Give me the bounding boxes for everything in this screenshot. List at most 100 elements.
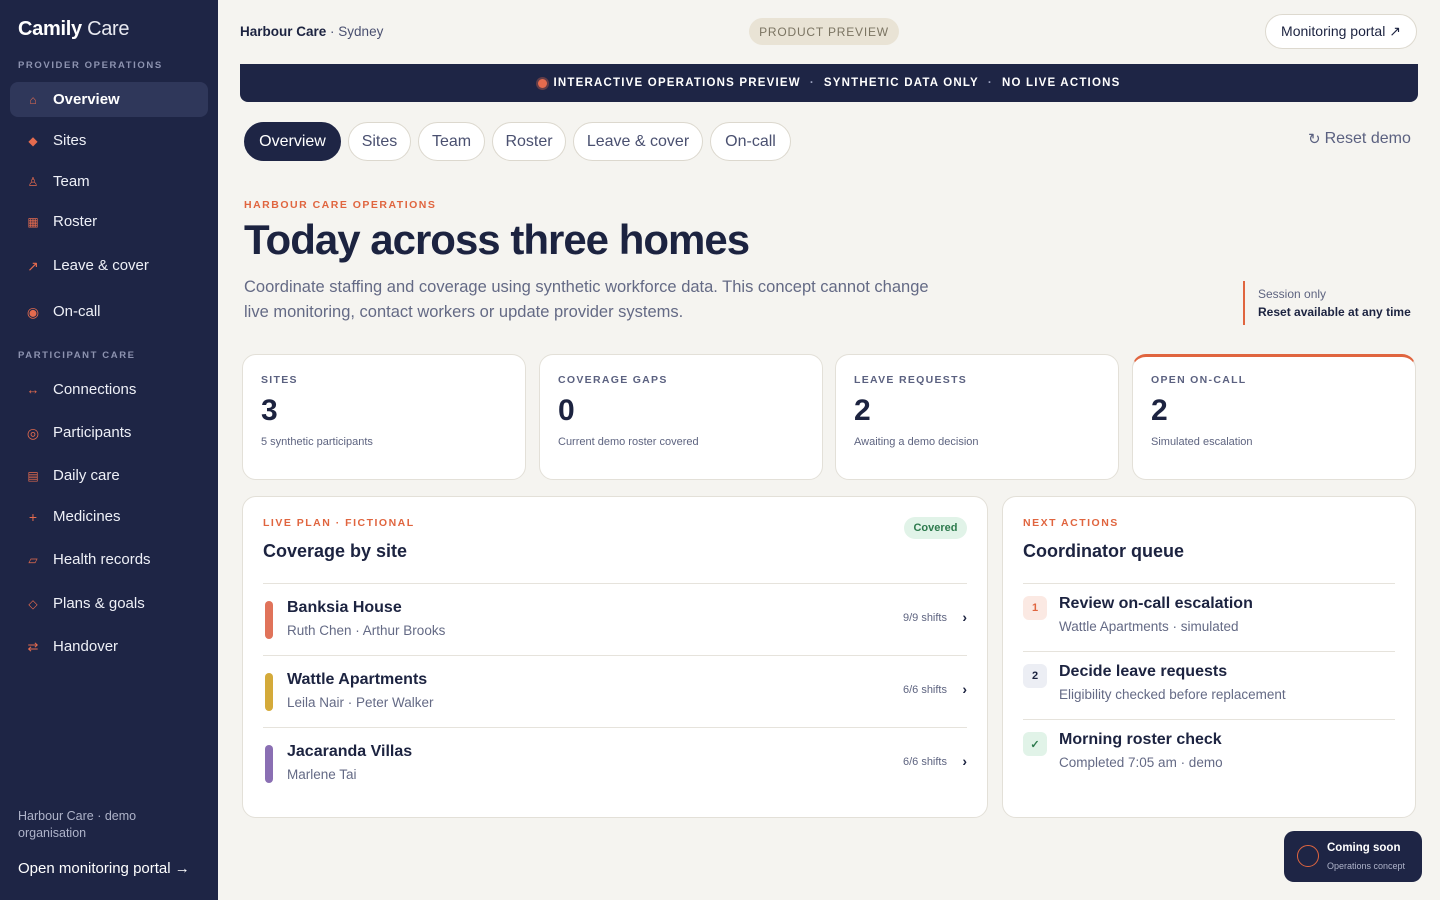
banner-separator: ·	[987, 77, 993, 89]
site-name: Banksia House	[287, 599, 402, 616]
grid-icon: ▦	[27, 214, 39, 229]
sidebar-item-label: Health records	[53, 551, 151, 568]
stat-label: LEAVE REQUESTS	[854, 374, 968, 386]
org-name: Harbour Care	[240, 24, 327, 39]
banner-text-3: NO LIVE ACTIONS	[1001, 77, 1121, 89]
refresh-icon: ↻	[1308, 131, 1321, 148]
monitoring-portal-button[interactable]: Monitoring portal ↗	[1265, 14, 1417, 49]
section-title-provider: PROVIDER OPERATIONS	[18, 60, 163, 71]
site-color-bar	[265, 745, 273, 783]
coverage-title: Coverage by site	[263, 541, 408, 561]
session-note-line2: Reset available at any time	[1258, 305, 1411, 319]
queue-item-subtitle: Wattle Apartments · simulated	[1059, 619, 1239, 634]
section-title-participant: PARTICIPANT CARE	[18, 350, 136, 361]
check-icon: ✓	[1023, 732, 1047, 756]
queue-item-title: Review on-call escalation	[1059, 595, 1253, 612]
coverage-panel: LIVE PLAN · FICTIONAL Coverage by site C…	[242, 496, 988, 818]
site-row-wattle-apartments[interactable]: Wattle Apartments Leila Nair · Peter Wal…	[263, 655, 967, 727]
reset-demo-label: Reset demo	[1324, 130, 1411, 147]
sidebar-item-roster[interactable]: ▦ Roster	[10, 204, 208, 239]
stat-value: 2	[1151, 394, 1168, 427]
sidebar-item-daily-care[interactable]: ▤ Daily care	[10, 458, 208, 493]
banner-text-1: INTERACTIVE OPERATIONS PREVIEW	[553, 77, 801, 89]
stat-note: Simulated escalation	[1151, 436, 1253, 448]
site-row-banksia-house[interactable]: Banksia House Ruth Chen · Arthur Brooks …	[263, 583, 967, 655]
sidebar-item-label: Handover	[53, 638, 119, 655]
session-note: Session only Reset available at any time	[1243, 281, 1411, 325]
reset-demo-button[interactable]: ↻ Reset demo	[1308, 130, 1411, 148]
coming-soon-toast[interactable]: Coming soon Operations concept	[1284, 831, 1422, 882]
list-icon: ▤	[27, 468, 39, 483]
sidebar-item-label: Sites	[53, 132, 87, 149]
product-preview-badge: PRODUCT PREVIEW	[749, 18, 899, 45]
sidebar-item-plans-goals[interactable]: ◇ Plans & goals	[10, 586, 208, 621]
sidebar-item-connections[interactable]: ↔ Connections	[10, 372, 208, 407]
sidebar-item-medicines[interactable]: + Medicines	[10, 499, 208, 534]
sidebar-item-label: Roster	[53, 213, 98, 230]
site-color-bar	[265, 601, 273, 639]
queue-item-subtitle: Eligibility checked before replacement	[1059, 687, 1286, 702]
stat-note: 5 synthetic participants	[261, 436, 373, 448]
site-people: Leila Nair · Peter Walker	[287, 695, 434, 710]
org-location: · Sydney	[330, 24, 384, 39]
sidebar-item-label: Plans & goals	[53, 595, 145, 612]
sidebar-item-team[interactable]: ♙ Team	[10, 164, 208, 199]
site-row-jacaranda-villas[interactable]: Jacaranda Villas Marlene Tai 6/6 shifts …	[263, 727, 967, 799]
site-shifts: 9/9 shifts	[902, 612, 947, 624]
tab-team[interactable]: Team	[418, 122, 485, 161]
page-title: Today across three homes	[244, 216, 750, 263]
queue-item-title: Decide leave requests	[1059, 663, 1228, 680]
breadcrumb: Harbour Care · Sydney	[240, 24, 383, 39]
banner-separator: ·	[809, 77, 815, 89]
stat-card-sites[interactable]: SITES 3 5 synthetic participants	[242, 354, 526, 480]
tab-on-call[interactable]: On-call	[710, 122, 791, 161]
sidebar-item-on-call[interactable]: ◉ On-call	[10, 294, 208, 329]
tab-sites[interactable]: Sites	[348, 122, 411, 161]
stat-value: 0	[558, 394, 575, 427]
queue-item-subtitle: Completed 7:05 am · demo	[1059, 755, 1223, 770]
tab-leave-cover[interactable]: Leave & cover	[573, 122, 703, 161]
session-note-line1: Session only	[1258, 287, 1327, 301]
stat-card-open-on-call[interactable]: OPEN ON-CALL 2 Simulated escalation	[1132, 354, 1416, 480]
stat-note: Current demo roster covered	[558, 436, 699, 448]
hero-eyebrow: HARBOUR CARE OPERATIONS	[244, 199, 437, 211]
stat-note: Awaiting a demo decision	[854, 436, 979, 448]
site-name: Wattle Apartments	[287, 671, 428, 688]
covered-status-badge: Covered	[904, 517, 967, 539]
coverage-eyebrow: LIVE PLAN · FICTIONAL	[263, 517, 415, 529]
queue-title: Coordinator queue	[1023, 541, 1184, 561]
stat-card-leave-requests[interactable]: LEAVE REQUESTS 2 Awaiting a demo decisio…	[835, 354, 1119, 480]
site-name: Jacaranda Villas	[287, 743, 413, 760]
sidebar-item-leave-cover[interactable]: ↗ Leave & cover	[10, 248, 208, 283]
organisation-note: Harbour Care · demo organisation	[18, 809, 137, 840]
tab-overview[interactable]: Overview	[244, 122, 341, 161]
sidebar-item-participants[interactable]: ◎ Participants	[10, 415, 208, 450]
toast-title: Coming soon	[1327, 842, 1401, 854]
brand-logo[interactable]: Camily Care	[18, 18, 130, 41]
sidebar-item-overview[interactable]: ⌂ Overview	[10, 82, 208, 117]
site-people: Ruth Chen · Arthur Brooks	[287, 623, 446, 638]
sidebar-item-handover[interactable]: ⇄ Handover	[10, 629, 208, 664]
queue-number-badge: 1	[1023, 596, 1047, 620]
stat-label: OPEN ON-CALL	[1151, 374, 1247, 386]
toast-subtitle: Operations concept	[1327, 861, 1406, 871]
stat-card-coverage-gaps[interactable]: COVERAGE GAPS 0 Current demo roster cove…	[539, 354, 823, 480]
preview-banner: INTERACTIVE OPERATIONS PREVIEW · SYNTHET…	[240, 64, 1418, 102]
open-monitoring-portal-link[interactable]: Open monitoring portal →	[18, 860, 190, 877]
queue-item-on-call-escalation[interactable]: 1 Review on-call escalation Wattle Apart…	[1023, 581, 1395, 649]
sidebar-item-sites[interactable]: ◆ Sites	[10, 123, 208, 158]
swap-icon: ⇄	[27, 639, 39, 654]
banner-text-2: SYNTHETIC DATA ONLY	[823, 77, 979, 89]
link-icon: ↔	[26, 382, 40, 397]
record-icon: ▱	[28, 552, 38, 567]
arrow-icon: ↗	[27, 257, 39, 274]
live-dot-icon	[537, 78, 547, 88]
plus-icon: +	[28, 508, 38, 525]
sidebar-item-label: Connections	[53, 381, 137, 398]
diamond-outline-icon: ◇	[28, 596, 38, 611]
tab-roster[interactable]: Roster	[492, 122, 566, 161]
queue-item-leave-requests[interactable]: 2 Decide leave requests Eligibility chec…	[1023, 649, 1395, 717]
sidebar-item-health-records[interactable]: ▱ Health records	[10, 542, 208, 577]
sidebar-item-label: Participants	[53, 424, 132, 441]
queue-item-morning-roster-check[interactable]: ✓ Morning roster check Completed 7:05 am…	[1023, 717, 1395, 785]
